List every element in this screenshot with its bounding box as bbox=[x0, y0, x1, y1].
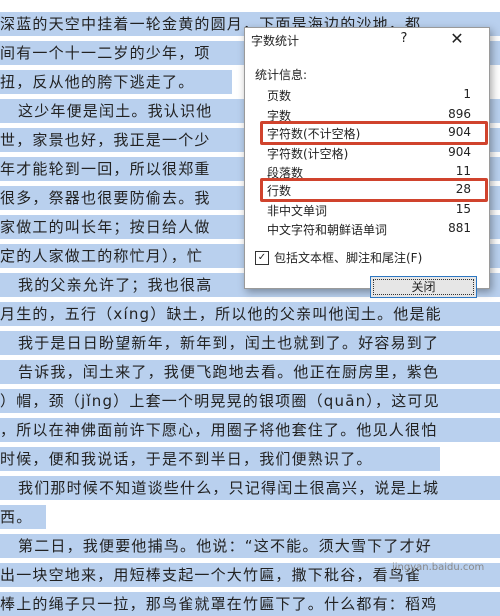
stat-value: 904 bbox=[448, 145, 471, 159]
stat-label: 页数 bbox=[267, 89, 292, 103]
document-line: ）帽，颈（jǐng）上套一个明晃晃的银项圈（quān），这可见 bbox=[0, 389, 500, 413]
stat-row-chinese-korean: 中文字符和朝鲜语单词 881 bbox=[267, 221, 477, 239]
statistics-section-label: 统计信息: bbox=[255, 68, 308, 82]
highlight-box-chars bbox=[260, 121, 488, 145]
stat-label: 字符数(计空格) bbox=[267, 147, 349, 161]
document-line: ，所以在神佛面前许下愿心，用圈子将他套住了。他见人很怕 bbox=[0, 418, 500, 442]
stat-value: 15 bbox=[455, 202, 471, 216]
stat-value: 11 bbox=[455, 164, 471, 178]
help-button[interactable]: ? bbox=[395, 30, 413, 48]
document-line: 扭，反从他的胯下逃走了。 bbox=[0, 70, 232, 94]
stat-value: 881 bbox=[448, 221, 471, 235]
dialog-title: 字数统计 bbox=[251, 34, 300, 48]
document-line: 西。 bbox=[0, 505, 46, 529]
document-line: 我们那时候不知道谈些什么，只记得闰土很高兴，说是上城 bbox=[0, 476, 500, 500]
close-button[interactable]: 关闭 bbox=[370, 276, 477, 298]
watermark: jingyan.baidu.com bbox=[392, 562, 485, 573]
stat-label: 非中文单词 bbox=[267, 204, 328, 218]
stat-value: 1 bbox=[463, 87, 471, 101]
include-textbox-option[interactable]: ✓ 包括文本框、脚注和尾注(F) bbox=[255, 249, 422, 266]
include-textbox-checkbox[interactable]: ✓ bbox=[255, 250, 269, 265]
document-line: 第二日，我便要他捕鸟。他说：“这不能。须大雪下了才好 bbox=[0, 534, 500, 558]
document-line: 告诉我，闰土来了，我便飞跑地去看。他正在厨房里，紫色 bbox=[0, 360, 500, 384]
stat-value: 896 bbox=[448, 107, 471, 121]
stat-label: 中文字符和朝鲜语单词 bbox=[267, 223, 388, 237]
stat-row-chars-with-spaces: 字符数(计空格) 904 bbox=[267, 145, 477, 163]
document-line: 棒上的绳子只一拉，那鸟雀就罩在竹匾下了。什么都有：稻鸡 bbox=[0, 592, 500, 616]
include-textbox-label: 包括文本框、脚注和尾注(F) bbox=[274, 251, 423, 265]
document-line: 我于是日日盼望新年，新年到，闰土也就到了。好容易到了 bbox=[0, 331, 500, 355]
stat-row-non-chinese-words: 非中文单词 15 bbox=[267, 202, 477, 220]
word-count-dialog: 字数统计 ? ✕ 统计信息: 页数 1 字数 896 字符数(不计空格) 904… bbox=[244, 27, 490, 298]
stat-row-pages: 页数 1 bbox=[267, 87, 477, 105]
document-line: 月生的，五行（xíng）缺土，所以他的父亲叫他闰土。他是能 bbox=[0, 302, 500, 326]
highlight-box-lines bbox=[260, 178, 488, 202]
close-icon[interactable]: ✕ bbox=[447, 30, 467, 48]
document-line: 时候，便和我说话，于是不到半日，我们便熟识了。 bbox=[0, 447, 440, 471]
